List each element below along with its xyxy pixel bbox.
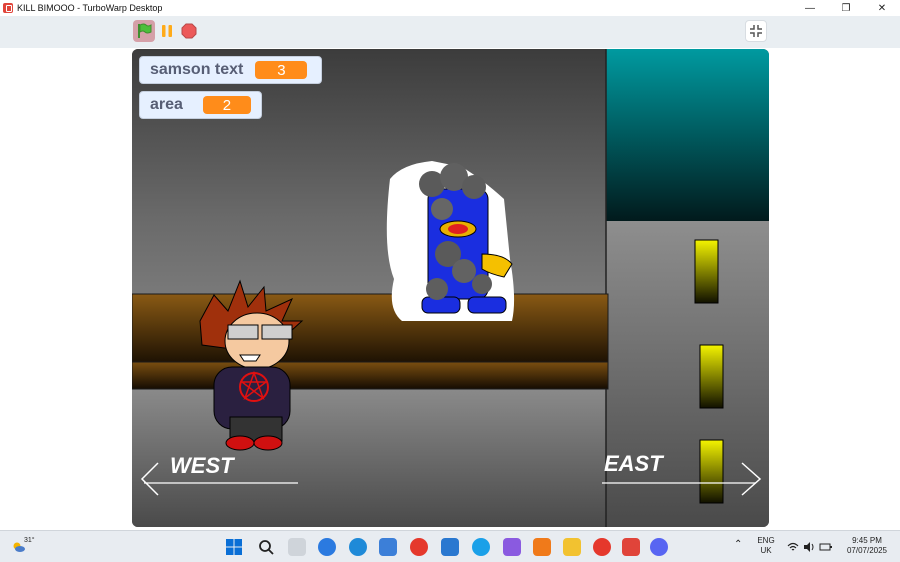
chrome-icon[interactable] <box>410 538 428 556</box>
exit-fullscreen-icon <box>750 25 762 37</box>
stop-button[interactable] <box>178 20 200 42</box>
microsoft-store-icon[interactable] <box>379 538 397 556</box>
minimize-button[interactable]: — <box>792 0 828 16</box>
language-label: ENG <box>757 536 775 545</box>
turbowarp-taskbar-icon[interactable] <box>622 538 640 556</box>
monitor-label: samson text <box>150 61 244 78</box>
yellow-light <box>694 239 719 304</box>
newgrounds-icon[interactable] <box>533 538 551 556</box>
east-label: EAST <box>604 451 664 476</box>
vscode-icon[interactable] <box>441 538 459 556</box>
weather-widget[interactable]: 31° <box>12 537 36 557</box>
windows-taskbar: 31° ⌃ ENG UK 9:45 PM 07/07/2025 <box>0 530 900 562</box>
clock[interactable]: 9:45 PM 07/07/2025 <box>842 536 892 556</box>
windows-logo-icon <box>226 539 242 555</box>
language-indicator[interactable]: ENG UK <box>754 536 778 556</box>
volume-icon[interactable] <box>803 542 815 552</box>
monitor-area: area 2 <box>139 91 262 119</box>
region-label: UK <box>760 546 772 555</box>
window-controls: — ❐ ✕ <box>792 0 900 16</box>
exit-fullscreen-button[interactable] <box>745 20 767 42</box>
restore-button[interactable]: ❐ <box>828 0 864 16</box>
discord-icon[interactable] <box>650 538 668 556</box>
monitor-samson-text: samson text 3 <box>139 56 322 84</box>
monitor-label: area <box>150 96 183 113</box>
chevron-up-icon[interactable]: ⌃ <box>734 540 742 550</box>
taskbar-search-button[interactable] <box>257 538 275 556</box>
right-wall <box>606 221 769 527</box>
task-view-icon[interactable] <box>288 538 306 556</box>
yellow-light <box>699 344 724 409</box>
file-explorer-icon[interactable] <box>563 538 581 556</box>
stage-scene: WEST EAST <box>132 49 769 527</box>
wifi-icon[interactable] <box>787 542 799 552</box>
close-button[interactable]: ✕ <box>864 0 900 16</box>
turbowarp-app-icon <box>3 3 13 13</box>
player-toolbar <box>0 16 900 48</box>
title-bar: KILL BIMOOO - TurboWarp Desktop — ❐ ✕ <box>0 0 900 16</box>
edge-browser-icon[interactable] <box>349 538 367 556</box>
browser-app-icon[interactable] <box>472 538 490 556</box>
window-title: KILL BIMOOO - TurboWarp Desktop <box>17 3 163 13</box>
green-flag-button[interactable] <box>133 20 155 42</box>
battery-icon[interactable] <box>819 542 833 552</box>
bench-front <box>132 361 609 390</box>
pause-icon <box>162 25 172 37</box>
chrome-profile-icon[interactable] <box>593 538 611 556</box>
west-label: WEST <box>170 453 235 478</box>
clock-date: 07/07/2025 <box>846 546 888 555</box>
green-flag-icon <box>138 23 152 38</box>
game-stage[interactable]: WEST EAST samson text 3 area 2 <box>132 49 769 527</box>
pause-button[interactable] <box>156 20 178 42</box>
monitor-value: 2 <box>202 96 251 114</box>
widgets-app-icon[interactable] <box>318 538 336 556</box>
stop-icon <box>181 23 197 39</box>
search-icon <box>259 540 274 555</box>
teal-window <box>606 49 769 221</box>
weather-temp: 31° <box>24 537 35 544</box>
clock-time: 9:45 PM <box>852 536 882 545</box>
monitor-value: 3 <box>255 61 308 79</box>
yellow-light <box>699 439 724 504</box>
copilot-icon[interactable] <box>503 538 521 556</box>
start-button[interactable] <box>225 538 243 556</box>
